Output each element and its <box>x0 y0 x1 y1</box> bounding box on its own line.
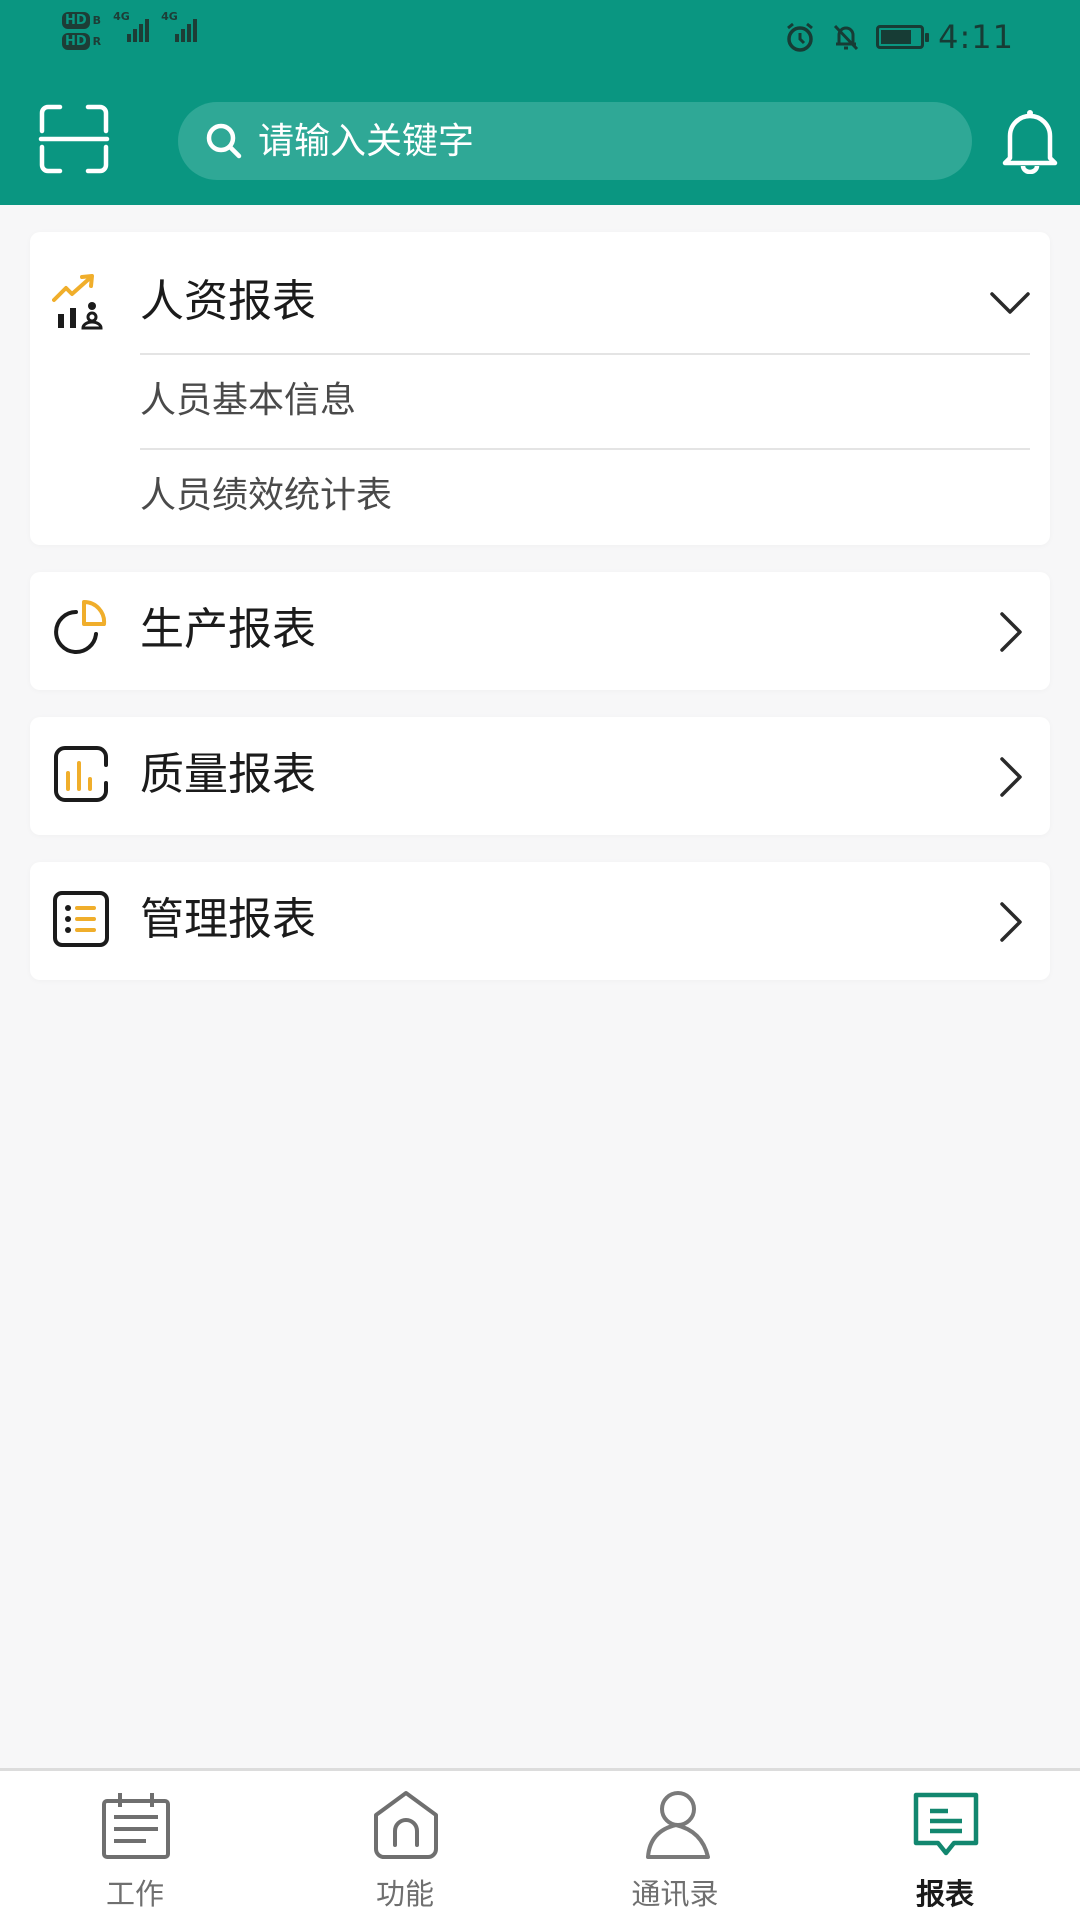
report-group-header-hr[interactable]: 人资报表 <box>30 240 1050 360</box>
report-group-title: 质量报表 <box>140 749 316 800</box>
pie-chart-icon <box>54 600 107 654</box>
battery-icon <box>876 25 930 49</box>
calendar-icon <box>102 1793 170 1859</box>
report-group-title: 生产报表 <box>140 604 316 655</box>
chevron-down-icon[interactable] <box>990 284 1030 324</box>
bottom-tab-bar: 工作 功能 通讯录 报表 <box>0 1768 1080 1920</box>
report-group-quality[interactable]: 质量报表 <box>30 717 1050 835</box>
tab-label: 工作 <box>105 1877 164 1911</box>
system-indicators: 4:11 <box>784 18 1014 56</box>
network-indicators: HD B HD R 4G 4G <box>62 10 198 50</box>
scan-button[interactable] <box>38 103 110 175</box>
tab-label: 通讯录 <box>631 1877 719 1911</box>
hd-suffix: B <box>92 14 102 27</box>
report-item-performance[interactable]: 人员绩效统计表 <box>140 448 1030 543</box>
signal-icon: 4G <box>113 10 150 42</box>
report-item-label: 人员基本信息 <box>140 380 357 421</box>
search-icon <box>206 123 242 159</box>
network-type-label: 4G <box>161 10 178 23</box>
notification-button[interactable] <box>1000 108 1060 175</box>
tab-functions[interactable]: 功能 <box>270 1771 540 1920</box>
clock-time: 4:11 <box>938 18 1014 56</box>
network-type-label: 4G <box>113 10 130 23</box>
scan-icon <box>38 104 110 174</box>
report-icon <box>913 1792 979 1856</box>
report-item-label: 人员绩效统计表 <box>140 475 393 516</box>
home-icon <box>374 1791 438 1859</box>
hd-badge: HD <box>62 33 90 50</box>
hr-chart-icon <box>52 274 103 330</box>
hd-badge: HD <box>62 12 90 29</box>
tab-label: 功能 <box>375 1877 434 1911</box>
tab-work[interactable]: 工作 <box>0 1771 270 1920</box>
bell-icon <box>1002 110 1058 175</box>
hd-suffix: R <box>92 35 102 48</box>
chevron-right-icon <box>1000 757 1022 797</box>
bar-chart-icon <box>54 746 108 802</box>
notifications-off-icon <box>834 24 859 51</box>
report-group-title: 人资报表 <box>140 276 316 327</box>
alarm-icon <box>787 22 814 52</box>
tab-reports[interactable]: 报表 <box>810 1771 1080 1920</box>
report-group-hr: 人资报表 人员基本信息 人员绩效统计表 <box>30 232 1050 545</box>
list-icon <box>53 891 109 947</box>
search-input[interactable] <box>258 120 938 162</box>
tab-contacts[interactable]: 通讯录 <box>540 1771 810 1920</box>
search-box[interactable] <box>178 102 972 180</box>
app-header: HD B HD R 4G 4G 4:11 请输入关键字 <box>0 0 1080 205</box>
chevron-right-icon <box>1000 612 1022 652</box>
report-group-title: 管理报表 <box>140 894 316 945</box>
report-group-management[interactable]: 管理报表 <box>30 862 1050 980</box>
tab-label: 报表 <box>915 1877 974 1911</box>
signal-icon: 4G <box>161 10 198 42</box>
contacts-icon <box>646 1791 710 1859</box>
chevron-right-icon <box>1000 902 1022 942</box>
status-bar: HD B HD R 4G 4G 4:11 <box>0 0 1080 75</box>
report-item-basic-info[interactable]: 人员基本信息 <box>140 353 1030 448</box>
report-group-production[interactable]: 生产报表 <box>30 572 1050 690</box>
